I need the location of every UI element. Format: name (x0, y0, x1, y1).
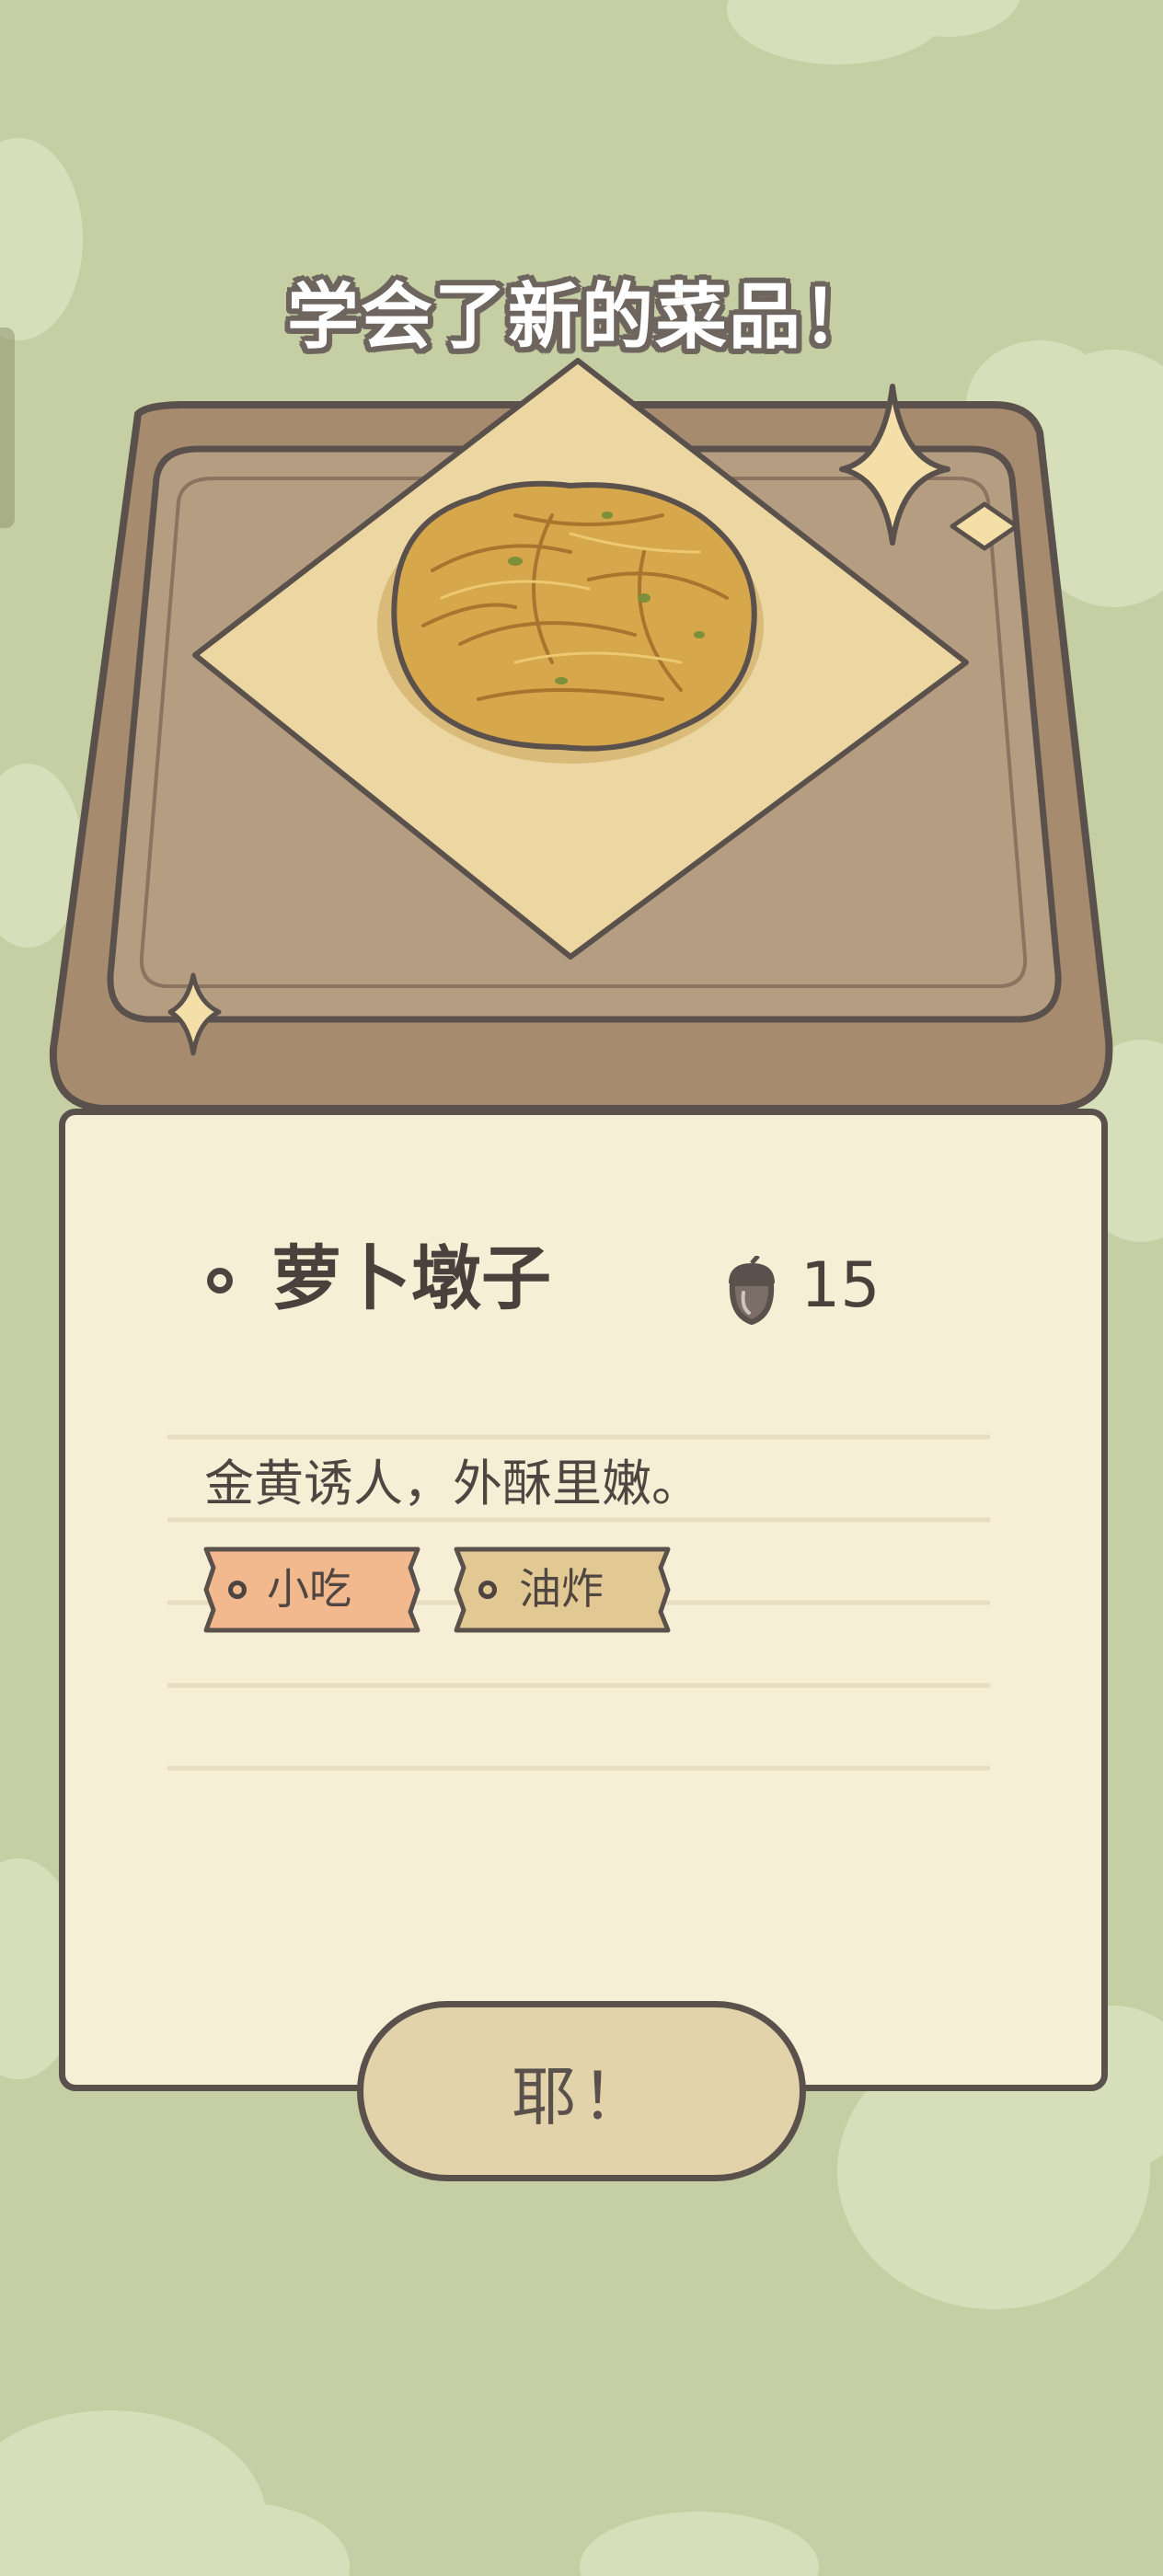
confirm-button-label: 耶！ (512, 2058, 651, 2134)
tag-dot-icon (228, 1581, 247, 1599)
tag-label: 小吃 (267, 1564, 351, 1614)
tag-snack: 小吃 (202, 1546, 421, 1634)
acorn-icon (729, 1256, 775, 1326)
card-ruled-lines (167, 1434, 990, 1771)
dish-bullet-icon (207, 1268, 233, 1294)
tag-label: 油炸 (519, 1564, 604, 1614)
tag-fried: 油炸 (453, 1546, 672, 1634)
game-screen: 学会了新的菜品！ 萝卜墩子 15 金黄诱人，外酥里嫩。 小吃 油炸 耶！ (0, 0, 1163, 2576)
dish-description: 金黄诱人，外酥里嫩。 (204, 1455, 701, 1512)
tag-dot-icon (478, 1581, 497, 1599)
dish-name: 萝卜墩子 (271, 1237, 551, 1319)
confirm-button[interactable]: 耶！ (357, 2001, 806, 2181)
learned-dish-banner: 学会了新的菜品！ (286, 276, 876, 359)
dish-price: 15 (800, 1249, 881, 1322)
